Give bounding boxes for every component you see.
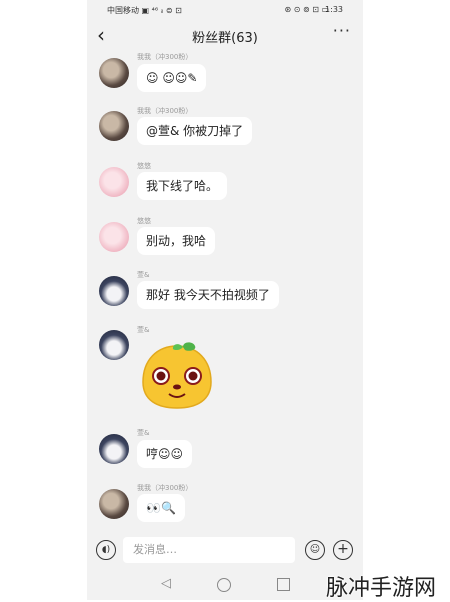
sender-name: 我我（冲300粉） [137,107,193,115]
message-bubble[interactable]: 那好 我今天不拍视频了 [137,281,279,309]
input-bar: ◖) 发消息… ☺ + [87,536,363,566]
avatar[interactable] [99,167,129,197]
message-bubble[interactable]: 我下线了哈。 [137,172,228,200]
sender-name: 我我（冲300粉） [137,53,193,61]
sender-name: 悠悠 [137,217,151,225]
message-bubble[interactable]: ☺ ☺☺✎ [137,64,207,92]
group-title: 粉丝群(63) [192,31,258,46]
sticker-image[interactable] [139,342,215,412]
sender-name: 萱& [137,271,150,279]
avatar[interactable] [99,434,129,464]
sender-name: 萱& [137,429,150,437]
carrier-label: 中国移动 ▣ ⁴⁶ ᵢₗ ⊜ ⊡ [107,6,182,15]
emoji-icon[interactable]: ☺ [305,540,325,560]
nav-recent-icon[interactable] [277,578,290,591]
sender-name: 悠悠 [137,162,151,170]
phone-screen: 中国移动 ▣ ⁴⁶ ᵢₗ ⊜ ⊡ ⊛ ⊙ ⊚ ⊡ ▭ 1:33 ‹ 粉丝群(63… [87,0,363,600]
chat-header: ‹ 粉丝群(63) ··· [87,20,363,52]
avatar[interactable] [99,58,129,88]
system-nav-bar: ◁ [87,568,363,600]
status-icons: ⊛ ⊙ ⊚ ⊡ ▭ [284,5,329,14]
voice-icon[interactable]: ◖) [96,540,116,560]
message-bubble[interactable]: 别动，我哈 [137,227,216,255]
avatar[interactable] [99,330,129,360]
more-icon[interactable]: ··· [333,21,351,40]
sender-name: 我我（冲300粉） [137,484,193,492]
nav-back-icon[interactable]: ◁ [161,576,171,591]
sender-name: 萱& [137,326,150,334]
avatar[interactable] [99,111,129,141]
message-bubble[interactable]: @萱& 你被刀掉了 [137,117,253,145]
message-bubble[interactable]: 哼☺☺ [137,440,193,468]
nav-home-icon[interactable] [217,578,231,592]
message-input[interactable]: 发消息… [123,537,295,563]
plus-icon[interactable]: + [333,540,353,560]
avatar[interactable] [99,222,129,252]
status-time: 1:33 [325,5,343,14]
watermark-text: 脉冲手游网 [326,576,437,601]
message-bubble[interactable]: 👀🔍 [137,494,185,522]
avatar[interactable] [99,276,129,306]
avatar[interactable] [99,489,129,519]
status-bar: 中国移动 ▣ ⁴⁶ ᵢₗ ⊜ ⊡ ⊛ ⊙ ⊚ ⊡ ▭ 1:33 [87,0,363,20]
